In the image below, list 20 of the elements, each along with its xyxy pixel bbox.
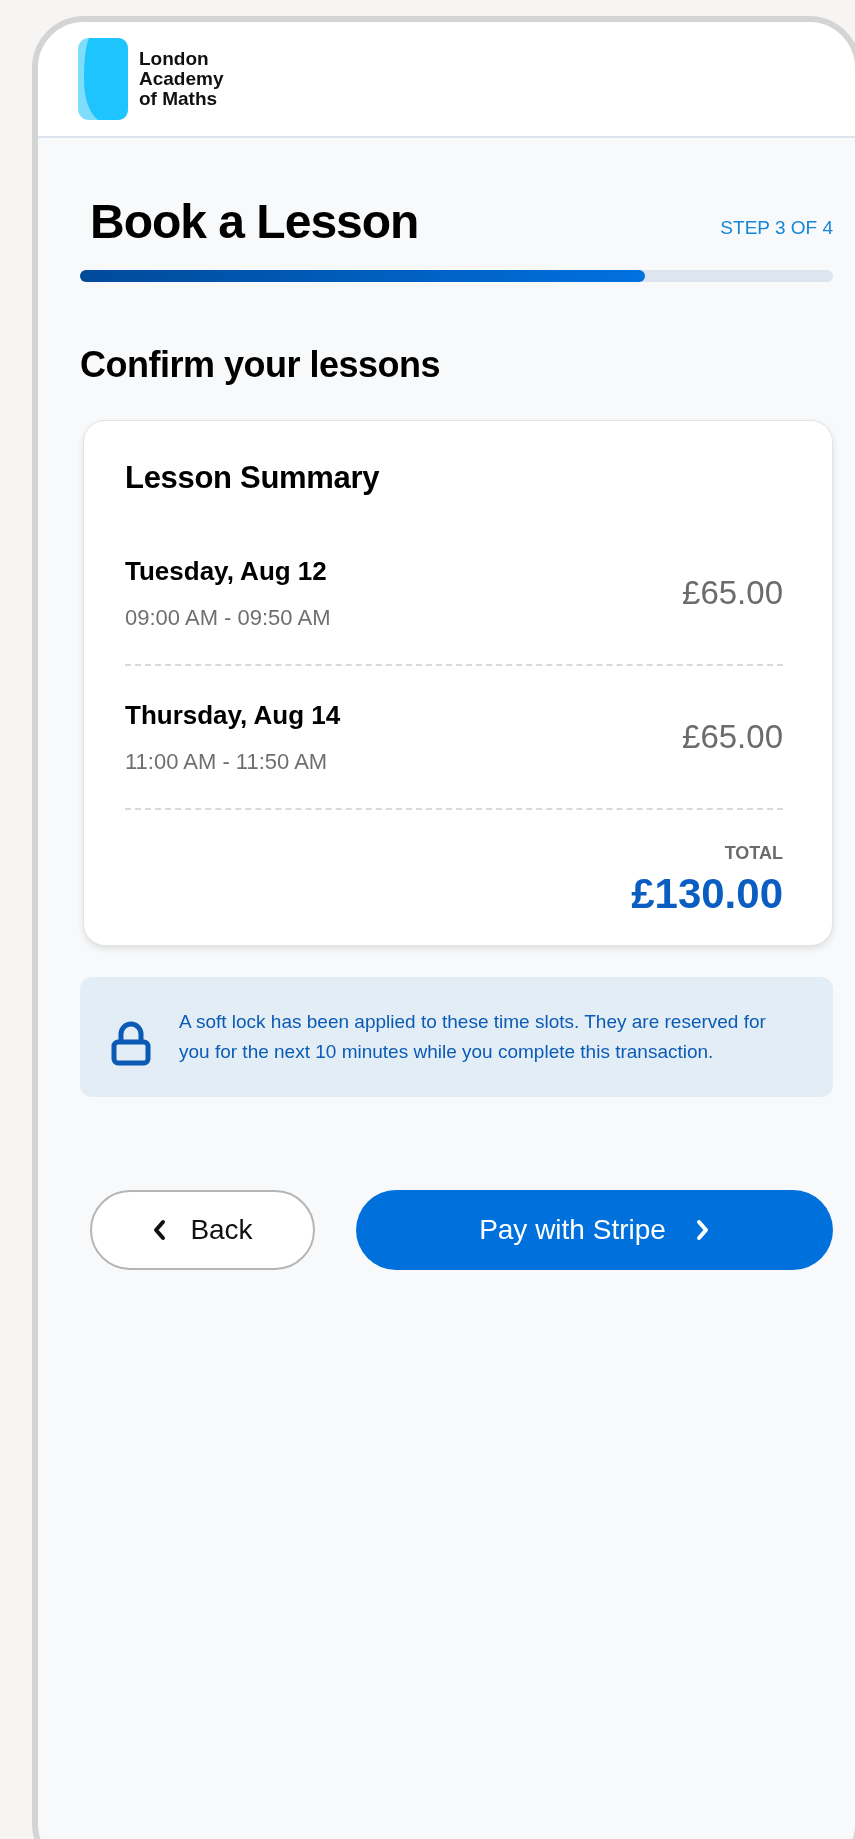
back-button[interactable]: Back	[90, 1189, 315, 1270]
card-title: Lesson Summary	[125, 459, 381, 497]
logo-text: London Academy of Maths	[139, 49, 224, 109]
lesson-price: £65.00	[682, 716, 783, 757]
lesson-date: Tuesday, Aug 12	[125, 554, 328, 588]
lesson-date: Thursday, Aug 14	[125, 698, 341, 732]
lesson-time: 11:00 AM - 11:50 AM	[125, 747, 329, 776]
chevron-left-icon	[152, 1218, 167, 1241]
pay-button[interactable]: Pay with Stripe	[356, 1189, 833, 1270]
notice-text: A soft lock has been applied to these time slots. They are reserved for you for the next 10 minutes while you complete this transaction.	[179, 1009, 767, 1064]
lock-icon	[111, 1020, 151, 1067]
lesson-time: 09:00 AM - 09:50 AM	[125, 603, 331, 632]
total-amount: £130.00	[631, 868, 783, 919]
chevron-right-icon	[695, 1218, 710, 1241]
lesson-price: £65.00	[682, 572, 783, 613]
page-title: Book a Lesson	[90, 194, 419, 250]
section-heading: Confirm your lessons	[80, 343, 442, 387]
total-label: TOTAL	[724, 841, 783, 865]
step-indicator: STEP 3 OF 4	[720, 215, 833, 240]
logo-icon	[78, 38, 128, 120]
